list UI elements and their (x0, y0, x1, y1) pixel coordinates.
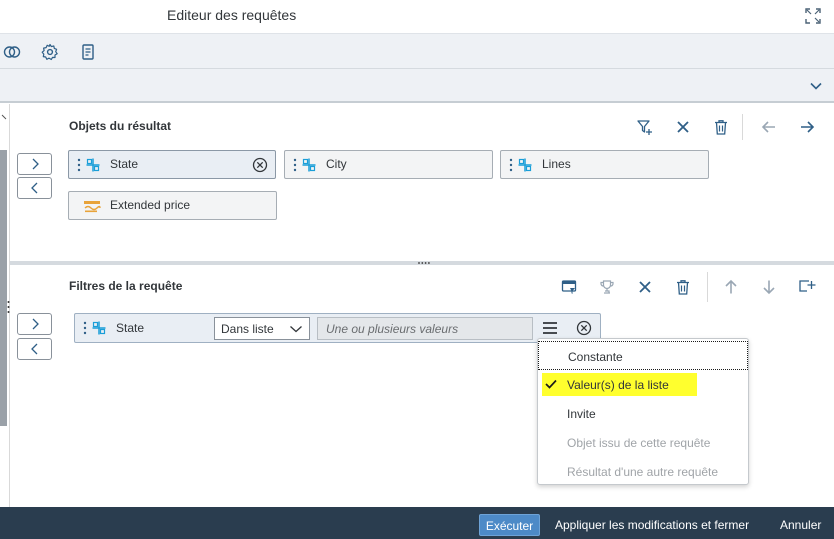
editor-toolbar (0, 33, 834, 69)
measure-icon (84, 201, 101, 213)
add-subquery-icon (799, 280, 816, 292)
chevron-left-icon (30, 182, 37, 194)
panel-collapse-bar (0, 69, 834, 103)
splitter-grip-icon[interactable] (7, 300, 10, 314)
add-filter-button[interactable] (634, 116, 656, 138)
close-icon (639, 281, 651, 293)
arrow-up-icon (725, 279, 737, 294)
ranking-button[interactable] (596, 276, 618, 298)
settings-gear-icon[interactable] (41, 43, 59, 61)
menu-item-constante[interactable]: Constante (538, 341, 748, 370)
filter-operator-select[interactable]: Dans liste (214, 317, 310, 340)
menu-item-invite[interactable]: Invite (538, 399, 748, 428)
clear-filters-button[interactable] (634, 276, 656, 298)
chevron-right-icon (32, 158, 39, 170)
run-button[interactable]: Exécuter (479, 514, 540, 536)
menu-item-label: Valeur(s) de la liste (567, 378, 669, 392)
add-subquery-button[interactable] (796, 276, 818, 298)
chevron-down-icon[interactable] (808, 78, 824, 94)
dimension-icon (92, 321, 106, 335)
result-object-label: Lines (542, 157, 571, 171)
result-object-extended-price[interactable]: Extended price (68, 191, 277, 220)
chevron-down-icon (290, 326, 302, 333)
dialog-footer: Exécuter Appliquer les modifications et … (0, 507, 834, 539)
move-down-button[interactable] (758, 276, 780, 298)
apply-and-close-button[interactable]: Appliquer les modifications et fermer (555, 518, 749, 532)
combine-queries-icon[interactable] (3, 43, 21, 61)
trash-icon (715, 120, 727, 135)
checkmark-icon (545, 379, 557, 389)
dialog-title: Editeur des requêtes (167, 7, 297, 23)
menu-item-label: Résultat d'une autre requête (567, 465, 719, 479)
expand-icon[interactable] (804, 7, 822, 25)
chevron-left-icon (30, 343, 37, 355)
result-object-label: City (326, 157, 347, 171)
result-object-label: Extended price (110, 198, 191, 212)
menu-item-other-query-result: Résultat d'une autre requête (538, 457, 748, 486)
result-object-lines[interactable]: Lines (500, 150, 709, 179)
query-script-icon[interactable] (79, 43, 97, 61)
clear-results-button[interactable] (672, 116, 694, 138)
menu-item-label: Objet issu de cette requête (567, 436, 711, 450)
dimension-icon (86, 158, 100, 172)
toolbar-separator (707, 272, 708, 302)
chevron-right-icon (32, 318, 39, 330)
close-icon (677, 121, 689, 133)
drag-handle-icon[interactable] (509, 158, 513, 172)
menu-item-label: Invite (567, 407, 596, 421)
toolbar-separator (742, 114, 743, 140)
menu-item-label: Constante (568, 350, 623, 364)
drag-handle-icon[interactable] (293, 158, 297, 172)
query-filters-title: Filtres de la requête (69, 279, 183, 293)
remove-circle-icon[interactable] (576, 320, 592, 336)
title-bar: Editeur des requêtes (0, 0, 834, 33)
section-splitter[interactable] (10, 261, 834, 265)
remove-from-filters-button[interactable] (17, 338, 52, 360)
splitter-grip-icon[interactable] (417, 261, 431, 265)
delete-results-button[interactable] (710, 116, 732, 138)
drag-handle-icon[interactable] (77, 158, 81, 172)
add-to-results-button[interactable] (17, 153, 52, 175)
trophy-icon (600, 280, 614, 294)
trash-icon (677, 280, 689, 295)
dimension-icon (302, 158, 316, 172)
filter-row: State Dans liste Une ou plusieurs valeur… (74, 313, 601, 343)
drag-handle-icon[interactable] (83, 321, 87, 335)
menu-item-object-from-query: Objet issu de cette requête (538, 428, 748, 457)
delete-filters-button[interactable] (672, 276, 694, 298)
left-panel-splitter[interactable] (0, 104, 10, 507)
result-object-city[interactable]: City (284, 150, 493, 179)
arrow-left-icon (761, 121, 775, 133)
operand-type-menu: Constante Valeur(s) de la liste Invite O… (537, 338, 749, 485)
add-to-filters-button[interactable] (17, 313, 52, 335)
left-panel-scrollbar[interactable] (0, 150, 7, 426)
filter-operator-value: Dans liste (221, 322, 274, 336)
arrow-right-icon (801, 121, 815, 133)
filter-object-label: State (116, 321, 145, 335)
filter-panel-button[interactable] (558, 276, 580, 298)
filter-values-placeholder: Une ou plusieurs valeurs (326, 322, 459, 336)
filter-panel-icon (561, 280, 577, 294)
arrow-down-icon (763, 280, 775, 295)
filter-values-input[interactable]: Une ou plusieurs valeurs (317, 317, 533, 340)
move-right-button[interactable] (796, 116, 818, 138)
result-object-label: State (110, 157, 139, 171)
add-filter-icon (637, 120, 652, 135)
dimension-icon (518, 158, 532, 172)
remove-from-results-button[interactable] (17, 177, 52, 199)
cancel-button[interactable]: Annuler (780, 518, 821, 532)
move-up-button[interactable] (720, 276, 742, 298)
menu-item-list-values[interactable]: Valeur(s) de la liste (538, 370, 748, 399)
move-left-button[interactable] (758, 116, 780, 138)
remove-circle-icon[interactable] (252, 157, 268, 173)
left-panel-edge-mark (1, 114, 7, 120)
result-object-state[interactable]: State (68, 150, 276, 179)
result-objects-title: Objets du résultat (69, 119, 172, 133)
menu-icon[interactable] (541, 320, 559, 336)
query-editor-dialog: Editeur des requêtes Objets du résultat … (0, 0, 834, 539)
